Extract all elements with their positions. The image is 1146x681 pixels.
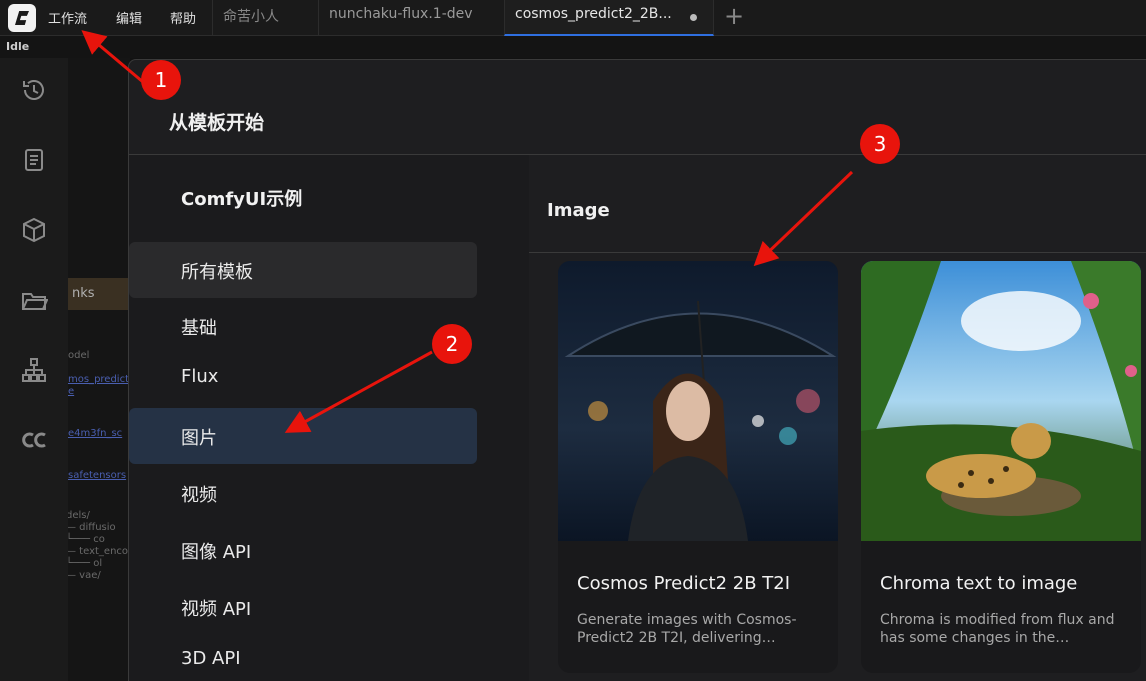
status-row: Idle bbox=[0, 36, 1146, 58]
cube-icon[interactable] bbox=[20, 216, 48, 244]
user-tab[interactable]: 命苦小人 bbox=[212, 0, 318, 36]
top-bar: 工作流 编辑 帮助 命苦小人 nunchaku-flux.1-dev cosmo… bbox=[0, 0, 1146, 36]
canvas-text: odel bbox=[68, 350, 90, 361]
card-description: Generate images with Cosmos-Predict2 2B … bbox=[577, 612, 797, 646]
template-card-cosmos[interactable]: Cosmos Predict2 2B T2I Generate images w… bbox=[558, 261, 838, 673]
canvas-link: e4m3fn_sc bbox=[68, 428, 123, 439]
template-card-chroma[interactable]: Chroma text to image Chroma is modified … bbox=[861, 261, 1141, 673]
canvas-link: e bbox=[68, 386, 75, 397]
canvas-text: — vae/ bbox=[68, 570, 101, 581]
annotation-badge-1: 1 bbox=[141, 60, 181, 100]
nav-item-video[interactable]: 视频 bbox=[129, 465, 477, 521]
history-icon[interactable] bbox=[20, 76, 48, 104]
nav-item-3d-api[interactable]: 3D API bbox=[129, 632, 477, 681]
tab-cosmos[interactable]: cosmos_predict2_2B... bbox=[504, 0, 714, 36]
cosmos-thumbnail bbox=[558, 261, 838, 541]
template-category-nav: ComfyUI示例 所有模板 基础 Flux 图片 视频 图像 API 视频 A… bbox=[129, 155, 529, 681]
tab-cosmos-label: cosmos_predict2_2B... bbox=[515, 6, 672, 22]
unsaved-dot-icon bbox=[690, 14, 697, 21]
canvas-text: — text_enco bbox=[68, 546, 129, 557]
nav-item-image-api[interactable]: 图像 API bbox=[129, 522, 477, 578]
sidebar bbox=[0, 58, 68, 681]
nav-item-basic[interactable]: 基础 bbox=[129, 298, 477, 354]
folder-icon[interactable] bbox=[20, 286, 48, 314]
menu-workflow[interactable]: 工作流 bbox=[48, 8, 87, 27]
dialog-title: 从模板开始 bbox=[169, 112, 265, 134]
annotation-badge-3: 3 bbox=[860, 124, 900, 164]
menu-help[interactable]: 帮助 bbox=[170, 8, 196, 27]
canvas-background: nks odel mos_predict2 e e4m3fn_sc safete… bbox=[68, 58, 130, 681]
book-icon[interactable] bbox=[20, 146, 48, 174]
comfyui-logo-icon[interactable] bbox=[8, 4, 36, 32]
canvas-text: dels/ bbox=[68, 510, 90, 521]
canvas-link: safetensors bbox=[68, 470, 127, 481]
canvas-link: mos_predict2 bbox=[68, 374, 130, 385]
card-description: Chroma is modified from flux and has som… bbox=[880, 612, 1115, 646]
nav-item-all-templates[interactable]: 所有模板 bbox=[129, 242, 477, 298]
canvas-text: nks bbox=[72, 286, 95, 301]
section-divider bbox=[529, 252, 1146, 253]
nav-item-image[interactable]: 图片 bbox=[129, 408, 477, 464]
tab-nunchaku[interactable]: nunchaku-flux.1-dev bbox=[318, 0, 504, 36]
plus-icon[interactable]: + bbox=[724, 4, 744, 28]
card-title: Cosmos Predict2 2B T2I bbox=[577, 573, 791, 594]
template-dialog: 从模板开始 ComfyUI示例 所有模板 基础 Flux 图片 视频 图像 AP… bbox=[128, 59, 1146, 681]
cc-icon[interactable] bbox=[20, 426, 48, 454]
card-title: Chroma text to image bbox=[880, 573, 1078, 594]
canvas-text: └─── ol bbox=[68, 558, 103, 569]
canvas-text: └─── co bbox=[68, 534, 105, 545]
nav-title: ComfyUI示例 bbox=[181, 189, 303, 210]
nav-item-video-api[interactable]: 视频 API bbox=[129, 579, 477, 635]
canvas-text: — diffusio bbox=[68, 522, 116, 533]
status-text: Idle bbox=[6, 40, 30, 53]
chroma-thumbnail bbox=[861, 261, 1141, 541]
section-title: Image bbox=[547, 200, 610, 221]
nav-item-flux[interactable]: Flux bbox=[129, 350, 477, 406]
annotation-badge-2: 2 bbox=[432, 324, 472, 364]
nodes-tree-icon[interactable] bbox=[20, 356, 48, 384]
menu-edit[interactable]: 编辑 bbox=[116, 8, 142, 27]
